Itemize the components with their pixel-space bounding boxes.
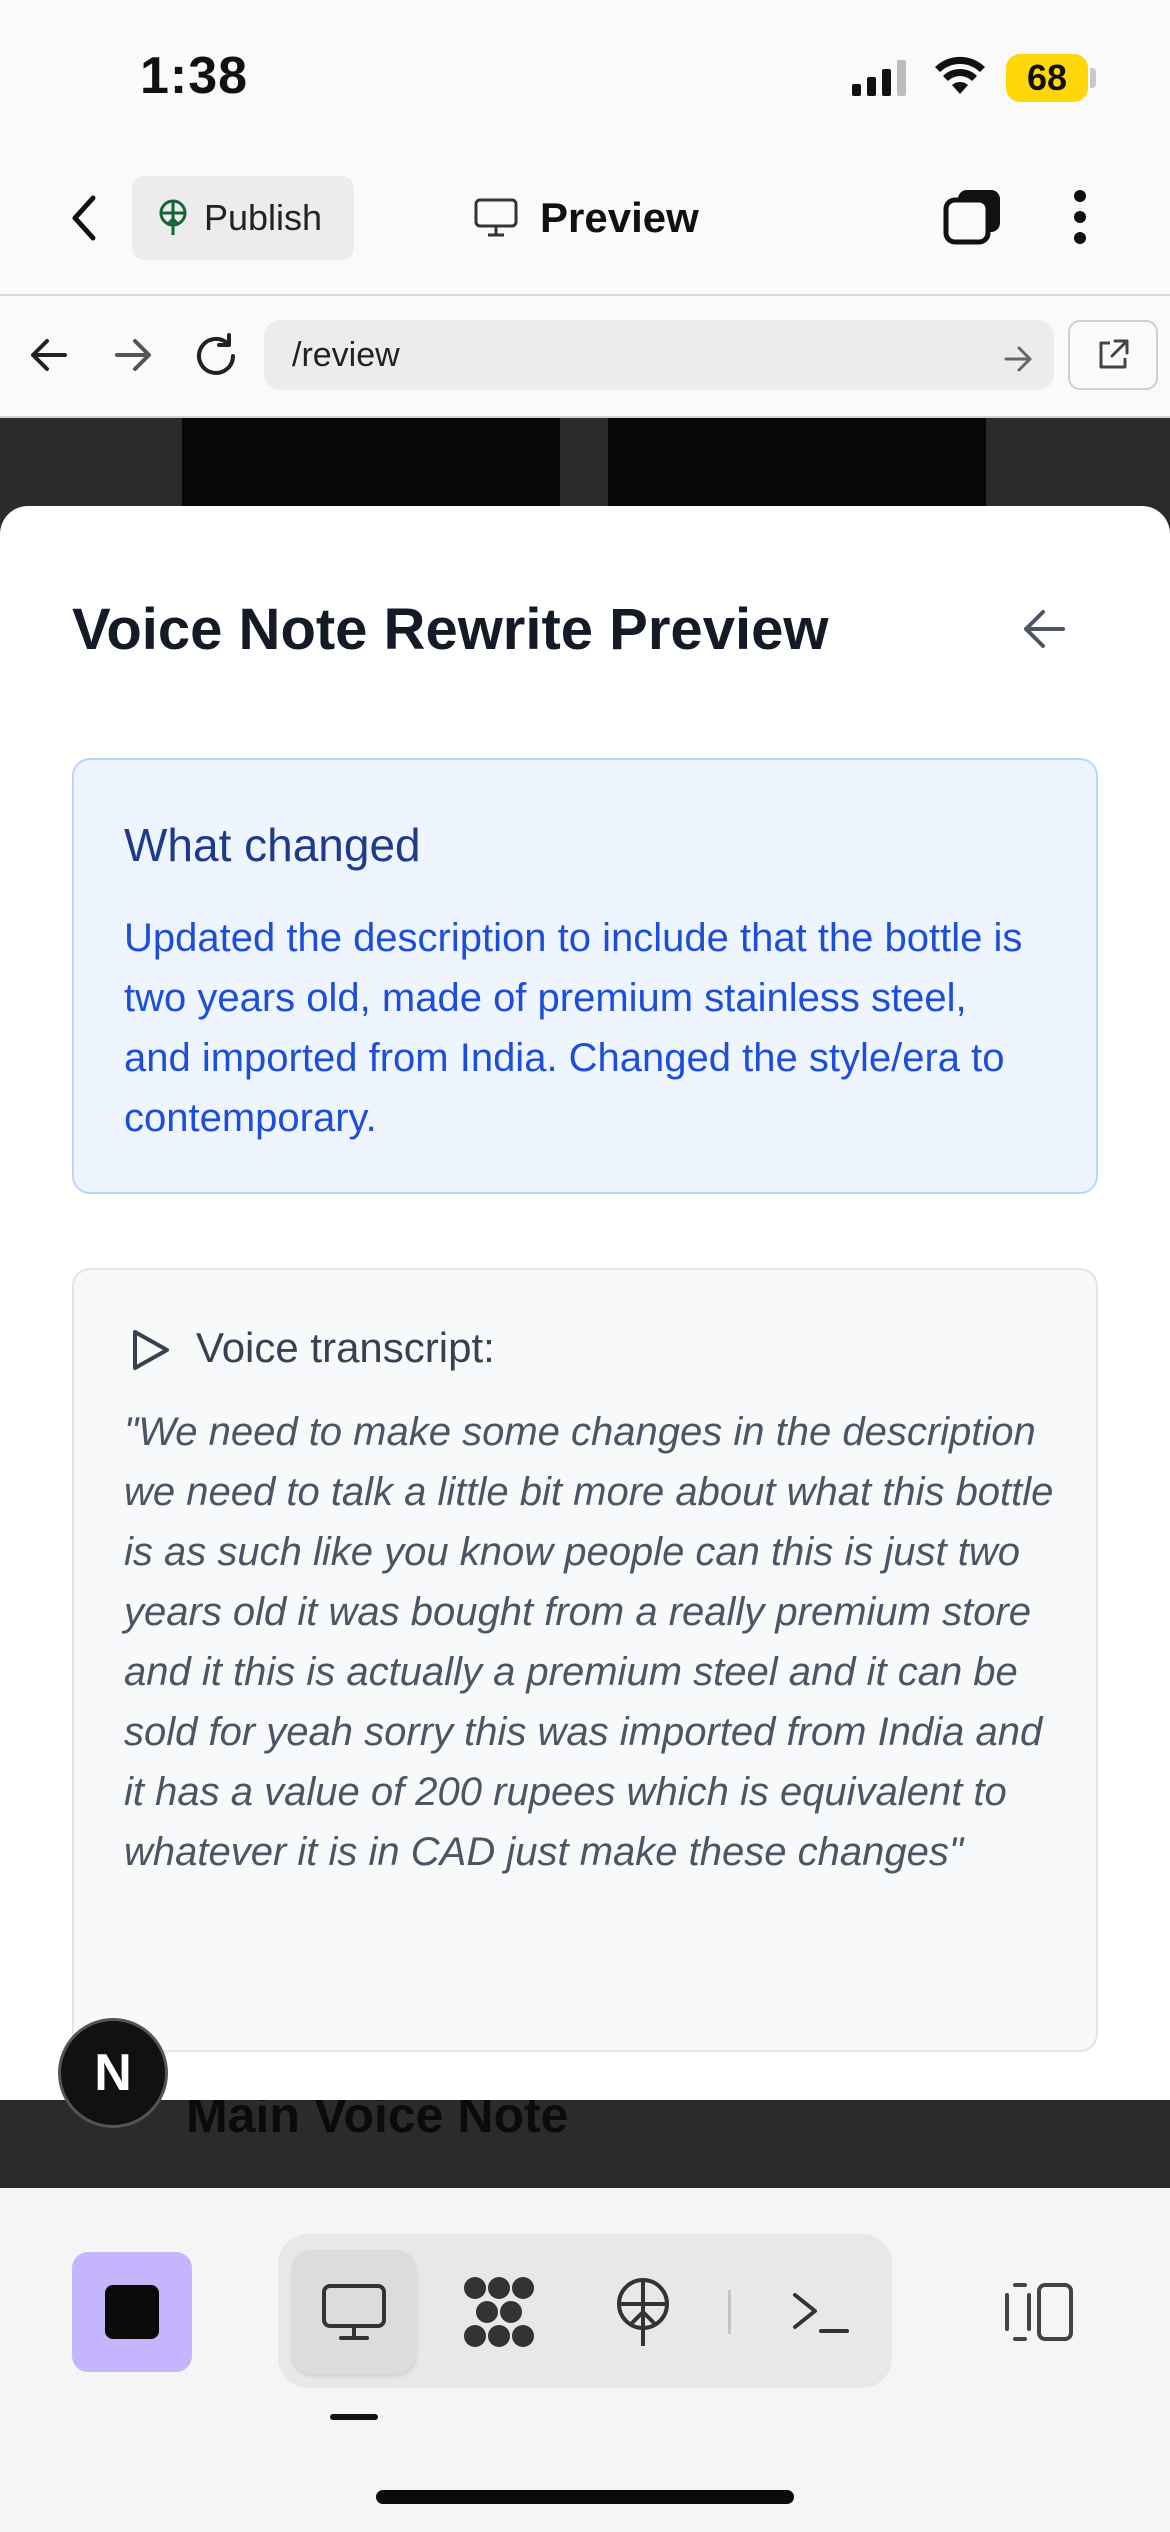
battery-cap bbox=[1090, 68, 1096, 88]
open-external-button[interactable] bbox=[1068, 320, 1158, 390]
play-icon[interactable] bbox=[124, 1324, 176, 1376]
background-card bbox=[608, 418, 986, 508]
transcript-body: "We need to make some changes in the des… bbox=[124, 1410, 1054, 1874]
stop-button[interactable] bbox=[72, 2252, 192, 2372]
sheet-title: Voice Note Rewrite Preview bbox=[72, 597, 829, 662]
more-vertical-icon[interactable] bbox=[1060, 184, 1100, 250]
wifi-icon bbox=[934, 56, 986, 101]
go-arrow-icon[interactable] bbox=[1004, 342, 1032, 381]
sheet-back-arrow-icon[interactable] bbox=[1014, 596, 1074, 662]
monitor-icon bbox=[474, 198, 518, 238]
back-chevron-icon[interactable] bbox=[56, 186, 112, 250]
signal-icon bbox=[852, 60, 912, 101]
terminal-icon[interactable] bbox=[766, 2250, 876, 2374]
monitor-icon[interactable] bbox=[292, 2250, 416, 2374]
status-time: 1:38 bbox=[140, 47, 249, 105]
tabs-icon[interactable] bbox=[940, 184, 1006, 250]
split-view-icon[interactable] bbox=[984, 2250, 1094, 2374]
preview-title: Preview bbox=[474, 186, 699, 250]
browser-back-icon[interactable] bbox=[22, 330, 76, 380]
stop-icon bbox=[105, 2285, 159, 2339]
browser-forward-icon[interactable] bbox=[106, 330, 160, 380]
changes-heading: What changed bbox=[124, 819, 421, 871]
publish-icon bbox=[156, 199, 190, 237]
changes-body: Updated the description to include that … bbox=[124, 916, 1023, 1140]
apps-icon[interactable] bbox=[444, 2250, 554, 2374]
publish-label: Publish bbox=[204, 197, 323, 238]
toolbar-divider bbox=[728, 2290, 731, 2334]
publish-icon[interactable] bbox=[588, 2250, 698, 2374]
url-field[interactable]: /review bbox=[264, 320, 1054, 390]
transcript-heading: Voice transcript: bbox=[196, 1324, 495, 1371]
battery-indicator: 68 bbox=[1006, 54, 1088, 102]
background-card bbox=[182, 418, 560, 508]
dev-badge[interactable]: N bbox=[58, 2018, 168, 2128]
reload-icon[interactable] bbox=[188, 328, 244, 384]
publish-button[interactable]: Publish bbox=[132, 176, 354, 260]
preview-title-text: Preview bbox=[540, 194, 699, 241]
external-link-icon bbox=[1096, 338, 1130, 372]
url-text: /review bbox=[292, 335, 400, 374]
home-indicator bbox=[376, 2490, 794, 2504]
active-tab-indicator bbox=[330, 2414, 378, 2420]
